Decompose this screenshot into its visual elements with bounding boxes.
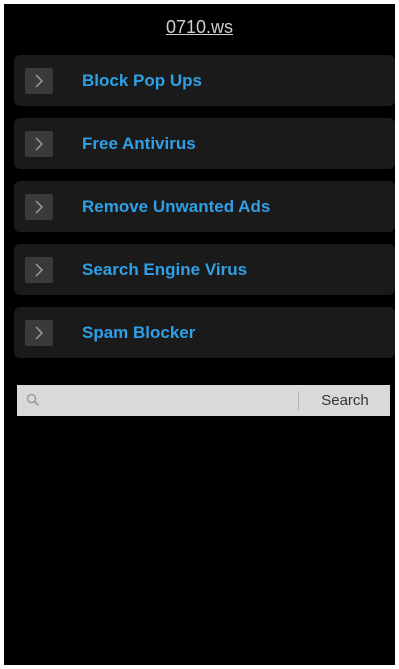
- menu-list: Block Pop Ups Free Antivirus Remove Unwa…: [14, 55, 395, 370]
- search-divider: [298, 391, 299, 410]
- chevron-right-icon: [25, 68, 53, 94]
- menu-item-spam-blocker[interactable]: Spam Blocker: [14, 307, 395, 358]
- menu-item-label: Spam Blocker: [82, 323, 196, 342]
- menu-item-search-engine-virus[interactable]: Search Engine Virus: [14, 244, 395, 295]
- search-icon: [26, 393, 40, 407]
- page-frame: 0710.ws Block Pop Ups Free Antivirus Rem…: [4, 4, 395, 665]
- menu-item-remove-unwanted-ads[interactable]: Remove Unwanted Ads: [14, 181, 395, 232]
- search-bar: Search: [17, 385, 390, 416]
- chevron-right-icon: [25, 131, 53, 157]
- menu-item-label: Search Engine Virus: [82, 260, 248, 279]
- menu-item-block-pop-ups[interactable]: Block Pop Ups: [14, 55, 395, 106]
- menu-item-label: Block Pop Ups: [82, 71, 202, 90]
- search-input[interactable]: [47, 385, 297, 416]
- site-title-link[interactable]: 0710.ws: [4, 17, 395, 38]
- menu-item-label: Remove Unwanted Ads: [82, 197, 271, 216]
- menu-item-free-antivirus[interactable]: Free Antivirus: [14, 118, 395, 169]
- chevron-right-icon: [25, 320, 53, 346]
- menu-item-label: Free Antivirus: [82, 134, 196, 153]
- chevron-right-icon: [25, 194, 53, 220]
- search-button[interactable]: Search: [300, 385, 390, 416]
- chevron-right-icon: [25, 257, 53, 283]
